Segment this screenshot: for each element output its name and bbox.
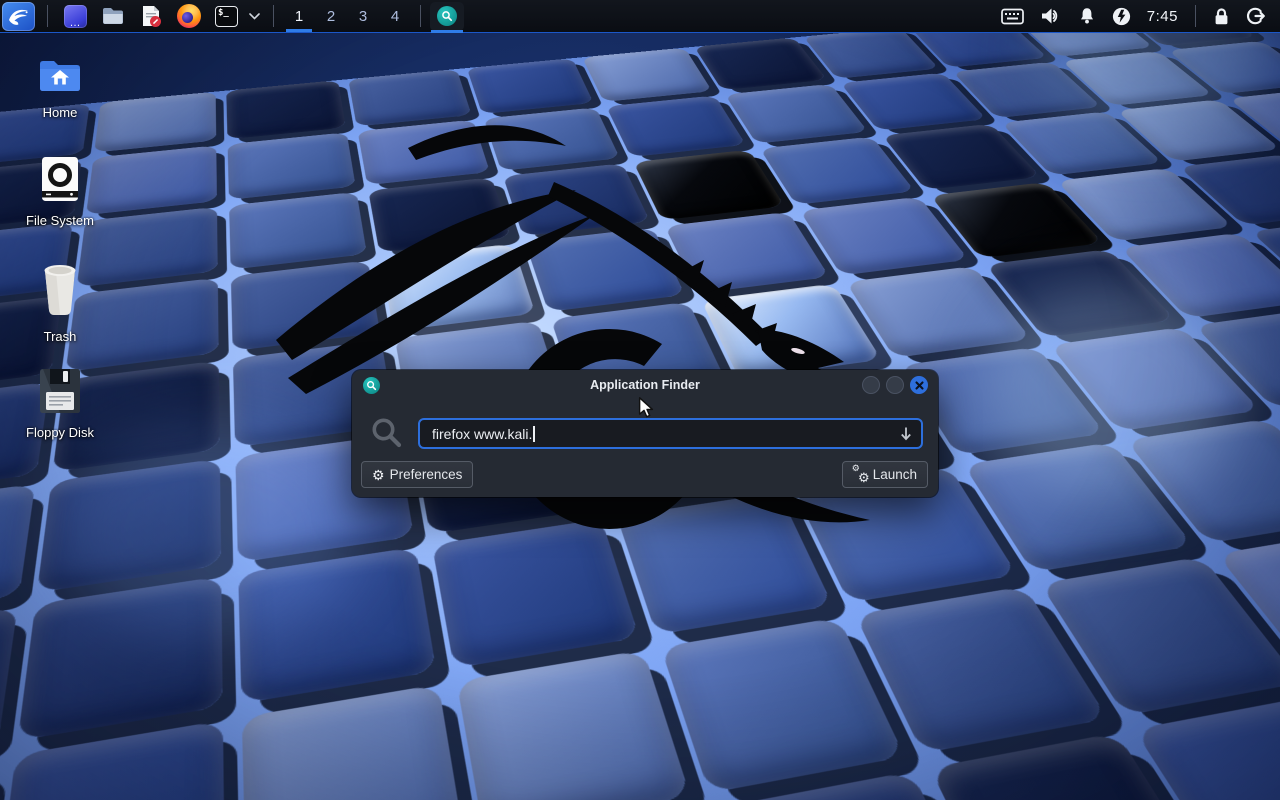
panel-separator — [1195, 5, 1196, 27]
history-dropdown-arrow-icon[interactable] — [899, 426, 913, 441]
active-workspace-underline — [286, 29, 312, 32]
search-icon — [370, 416, 404, 450]
hard-disk-icon — [39, 156, 81, 202]
bell-icon — [1078, 7, 1096, 25]
kali-menu-button[interactable] — [2, 2, 35, 31]
lock-screen-button[interactable] — [1205, 0, 1238, 32]
speaker-icon — [1040, 7, 1062, 25]
run-gears-icon: ⚙⚙ — [853, 467, 868, 483]
notifications[interactable] — [1070, 0, 1104, 32]
wallpaper-cube — [242, 684, 464, 800]
desktop-icon-label: File System — [12, 213, 108, 228]
power-bolt-icon — [1112, 7, 1131, 26]
trash-bin-icon — [39, 262, 81, 318]
search-input[interactable]: firefox www.kali. — [418, 418, 923, 449]
workspace-button-1[interactable]: 1 — [283, 0, 315, 32]
window-controls — [862, 376, 928, 394]
minimize-button[interactable] — [862, 376, 880, 394]
workspace-label: 2 — [327, 8, 335, 25]
panel-left-group: … $_ — [0, 0, 464, 32]
home-folder-icon — [37, 56, 83, 94]
workspace-label: 3 — [359, 8, 367, 25]
desktop-icon-label: Home — [12, 105, 108, 120]
desktop-window-icon: … — [64, 5, 87, 28]
desktop-icon-floppy-disk[interactable]: Floppy Disk — [12, 368, 108, 440]
magnifier-glyph — [441, 10, 453, 22]
launcher-text-editor[interactable] — [132, 0, 170, 32]
workspace-label: 4 — [391, 8, 399, 25]
desktop-icon-trash[interactable]: Trash — [12, 262, 108, 344]
close-icon — [915, 381, 924, 390]
folder-icon — [101, 4, 125, 28]
launcher-firefox[interactable] — [170, 0, 208, 32]
launch-button[interactable]: ⚙⚙ Launch — [842, 461, 928, 488]
wallpaper-cube — [0, 607, 18, 780]
wallpaper-cube — [94, 92, 216, 153]
wallpaper-cube — [1134, 696, 1280, 800]
application-finder-icon — [437, 6, 457, 26]
workspace-button-3[interactable]: 3 — [347, 0, 379, 32]
titlebar[interactable]: Application Finder — [352, 370, 938, 400]
floppy-disk-icon — [39, 368, 81, 414]
active-app-underline — [431, 30, 463, 33]
launch-button-label: Launch — [873, 467, 917, 482]
panel-right-group: 7:45 — [993, 0, 1280, 32]
kali-dragon-logo — [258, 78, 898, 578]
desktop-icon-home[interactable]: Home — [12, 56, 108, 120]
logout-arrow-icon — [1246, 7, 1266, 25]
keyboard-indicator[interactable] — [993, 0, 1032, 32]
desktop-icon-label: Floppy Disk — [12, 425, 108, 440]
panel-separator — [47, 5, 48, 27]
kali-logo-icon — [6, 5, 31, 28]
maximize-button[interactable] — [886, 376, 904, 394]
top-panel: … $_ — [0, 0, 1280, 33]
workspace-button-4[interactable]: 4 — [379, 0, 411, 32]
window-title: Application Finder — [352, 378, 938, 392]
workspace-button-2[interactable]: 2 — [315, 0, 347, 32]
search-input-value: firefox www.kali. — [432, 426, 532, 442]
terminal-dropdown-button[interactable] — [245, 0, 264, 32]
application-finder-taskbar-button[interactable] — [430, 2, 464, 31]
launcher-desktop[interactable]: … — [57, 0, 94, 32]
launcher-file-manager[interactable] — [94, 0, 132, 32]
text-caret — [533, 426, 535, 442]
preferences-button-label: Preferences — [390, 467, 463, 482]
application-finder-window: Application Finder firefox www.kali. ⚙ P… — [352, 370, 938, 497]
keyboard-icon — [1001, 8, 1024, 25]
desktop-icon-file-system[interactable]: File System — [12, 156, 108, 228]
padlock-icon — [1213, 7, 1230, 26]
power-manager[interactable] — [1104, 0, 1139, 32]
wallpaper-cube — [456, 650, 690, 800]
firefox-icon — [177, 4, 201, 28]
close-button[interactable] — [910, 376, 928, 394]
text-editor-icon — [139, 4, 163, 28]
preferences-button[interactable]: ⚙ Preferences — [361, 461, 473, 488]
gear-icon: ⚙ — [372, 468, 385, 482]
wallpaper-cube — [0, 484, 35, 624]
clock[interactable]: 7:45 — [1139, 8, 1186, 25]
panel-separator — [273, 5, 274, 27]
launcher-terminal[interactable]: $_ — [208, 0, 245, 32]
desktop-icon-label: Trash — [12, 329, 108, 344]
logout-button[interactable] — [1238, 0, 1274, 32]
wallpaper-cube — [18, 576, 223, 741]
wallpaper-cube — [37, 458, 221, 592]
panel-separator — [420, 5, 421, 27]
terminal-icon: $_ — [215, 6, 238, 27]
chevron-down-icon — [249, 13, 260, 20]
workspace-label: 1 — [295, 8, 303, 25]
volume-control[interactable] — [1032, 0, 1070, 32]
